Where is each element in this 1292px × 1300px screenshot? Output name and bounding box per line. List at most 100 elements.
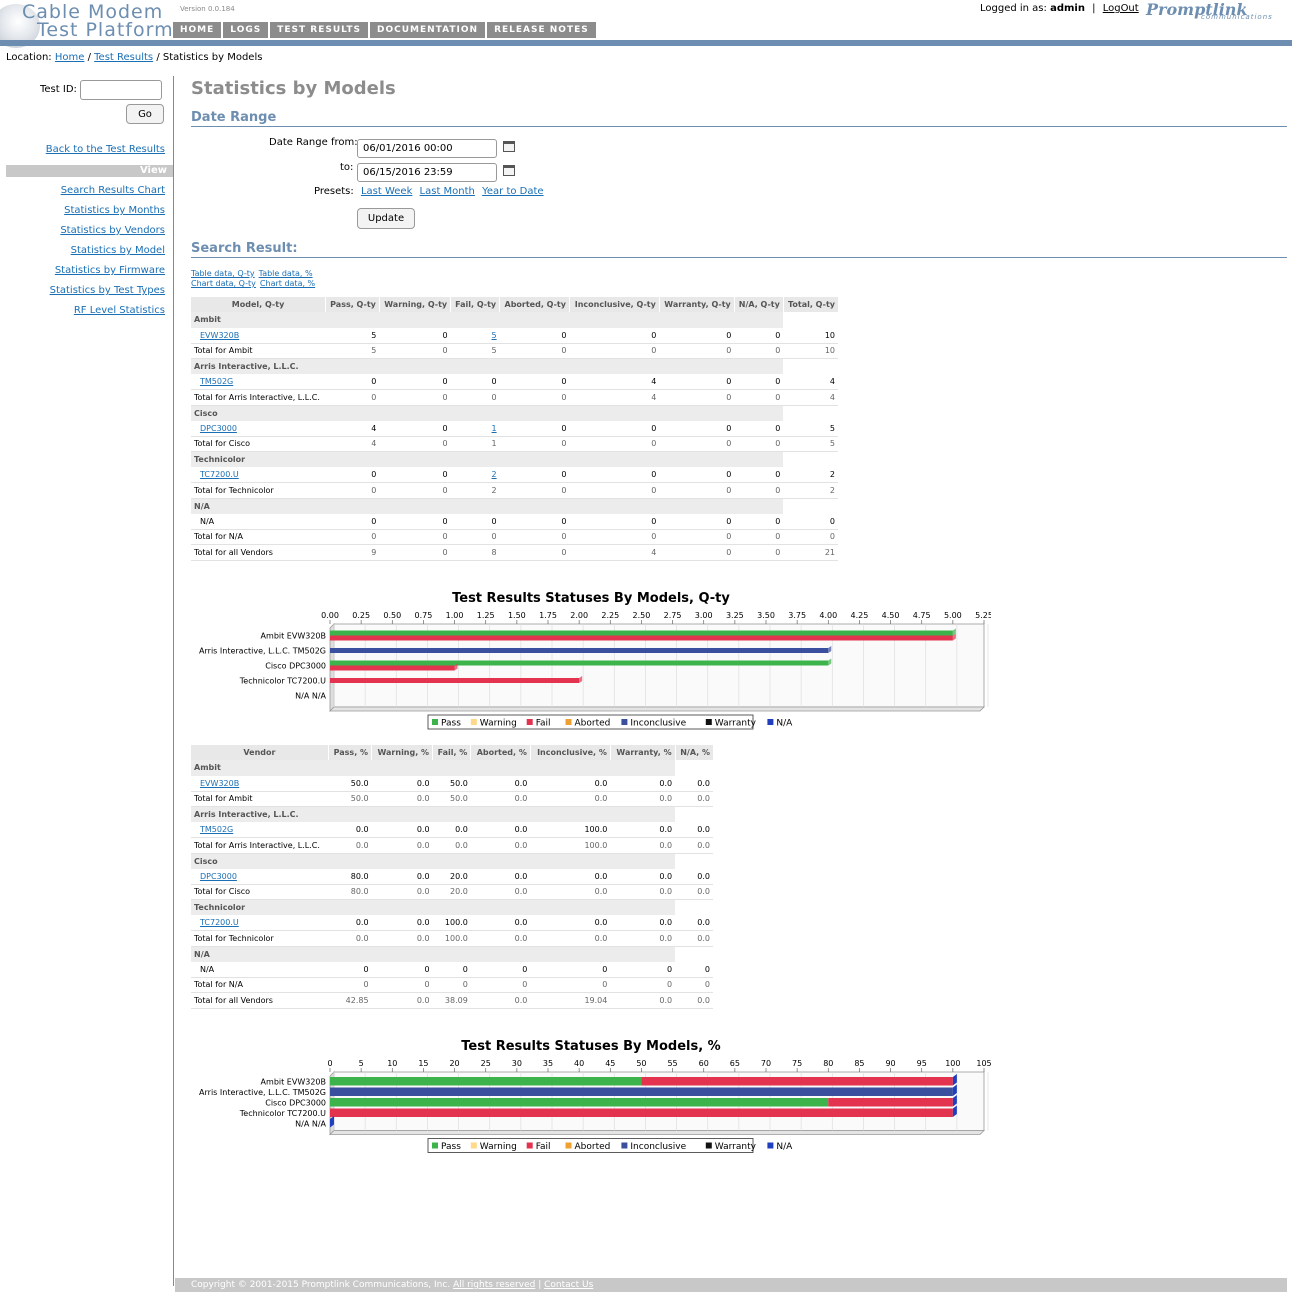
table-row: TM502G 0.0 0.0 0.0 0.0 100.0 0.0 0.0 [191, 822, 713, 838]
table-row: N/A 0 0 0 0 0 0 0 [191, 961, 713, 978]
value-cell: 4 [783, 374, 838, 390]
sidebar-item-statistics-by-test-types[interactable]: Statistics by Test Types [50, 285, 165, 296]
login-status: Logged in as: admin | LogOut [980, 3, 1139, 14]
model-cell-link[interactable]: TC7200.U [200, 470, 239, 479]
total-cell: 0.0 [530, 930, 611, 947]
value-cell[interactable]: 5 [450, 327, 500, 344]
chart-body: 0 5 10 15 20 25 30 35 40 45 50 55 60 65 70 75 80 85 90 95 10… [199, 1059, 991, 1136]
value-cell: 0 [659, 374, 735, 390]
grand-total-label: Total for all Vendors [191, 544, 326, 561]
model-cell[interactable]: EVW320B [191, 327, 326, 344]
value-cell: 0 [499, 420, 570, 437]
total-label: Total for Ambit [191, 343, 326, 359]
pct-chart: 0 5 10 15 20 25 30 35 40 45 50 55 60 65 70 75 80 85 90 95 10… [199, 1059, 991, 1153]
calendar-to-icon[interactable] [503, 165, 515, 176]
go-button[interactable]: Go [126, 104, 164, 124]
table-data-pct-link[interactable]: Table data, % [259, 269, 313, 278]
nav-logs[interactable]: LOGS [223, 22, 271, 38]
model-cell[interactable]: EVW320B [191, 775, 329, 792]
vendor-group-name: N/A [191, 498, 784, 514]
total-cell: 0 [432, 977, 471, 993]
model-cell[interactable]: TM502G [191, 374, 326, 390]
value-cell: 0.0 [371, 915, 433, 931]
breadcrumb-home[interactable]: Home [55, 52, 85, 63]
model-cell[interactable]: TC7200.U [191, 915, 329, 931]
value-cell: 0 [499, 513, 570, 530]
category-label: Ambit EVW320B [261, 632, 326, 641]
value-cell: 50.0 [328, 775, 372, 792]
total-label: Total for Technicolor [191, 482, 326, 499]
value-cell-link[interactable]: 2 [492, 470, 497, 479]
model-cell[interactable]: TC7200.U [191, 467, 326, 483]
footer-contact-link[interactable]: Contact Us [544, 1280, 593, 1290]
test-id-input[interactable] [80, 80, 162, 100]
nav-home[interactable]: HOME [173, 22, 224, 38]
nav-documentation[interactable]: DOCUMENTATION [370, 22, 488, 38]
chart-data-pct-link[interactable]: Chart data, % [260, 279, 315, 288]
model-cell-link[interactable]: TC7200.U [200, 918, 239, 927]
x-tick-label: 95 [917, 1059, 927, 1068]
value-cell: 0 [499, 467, 570, 483]
model-cell-link[interactable]: TM502G [200, 377, 233, 386]
total-row: Total for Arris Interactive, L.L.C. 0.0 0.… [191, 837, 713, 854]
sidebar-item-search-results-chart[interactable]: Search Results Chart [61, 185, 165, 196]
date-from-input[interactable] [357, 139, 497, 158]
sidebar-item-statistics-by-vendors[interactable]: Statistics by Vendors [60, 225, 165, 236]
preset-year-to-date[interactable]: Year to Date [482, 186, 543, 197]
back-to-results-link[interactable]: Back to the Test Results [46, 144, 165, 155]
logout-link[interactable]: LogOut [1103, 3, 1139, 14]
value-cell-link[interactable]: 5 [492, 331, 497, 340]
vendor-group-name: Ambit [191, 760, 676, 776]
x-tick-label: 1.00 [446, 611, 464, 620]
total-cell: 0.0 [675, 837, 713, 854]
sidebar-item-statistics-by-model[interactable]: Statistics by Model [71, 245, 165, 256]
model-cell[interactable]: DPC3000 [191, 420, 326, 437]
chart-data-qty-link[interactable]: Chart data, Q-ty [191, 279, 256, 288]
footer-rights-link[interactable]: All rights reserved [453, 1280, 535, 1290]
model-cell[interactable]: TM502G [191, 822, 329, 838]
total-row: Total for N/A 0 0 0 0 0 0 0 [191, 977, 713, 993]
vendor-group-row: Cisco [191, 405, 838, 421]
value-cell: 0 [325, 513, 380, 530]
value-cell: 0.0 [371, 868, 433, 885]
update-button[interactable]: Update [357, 208, 415, 229]
grand-total-cell: 0 [499, 544, 570, 561]
nav-release-notes[interactable]: RELEASE NOTES [487, 22, 598, 38]
table-data-qty-link[interactable]: Table data, Q-ty [191, 269, 255, 278]
table-row: TM502G 0 0 0 0 4 0 0 4 [191, 374, 838, 390]
value-cell-link[interactable]: 1 [492, 424, 497, 433]
x-tick-label: 4.75 [913, 611, 931, 620]
legend-swatch [705, 1142, 712, 1149]
value-cell[interactable]: 1 [450, 420, 500, 437]
nav-test-results[interactable]: TEST RESULTS [270, 22, 371, 38]
value-cell: 0.0 [675, 822, 713, 838]
total-cell: 0.0 [470, 791, 531, 807]
model-cell-link[interactable]: TM502G [200, 825, 233, 834]
value-cell: 0 [432, 961, 471, 978]
sidebar-item-statistics-by-firmware[interactable]: Statistics by Firmware [55, 265, 165, 276]
x-tick-label: 2.00 [570, 611, 588, 620]
value-cell: 100.0 [530, 822, 611, 838]
sidebar-item-rf-level-statistics[interactable]: RF Level Statistics [74, 305, 165, 316]
value-cell[interactable]: 2 [450, 467, 500, 483]
total-cell: 0 [734, 436, 784, 452]
legend-label: Pass [441, 1142, 461, 1152]
value-cell: 0.0 [328, 822, 372, 838]
header-divider [0, 40, 1292, 46]
calendar-from-icon[interactable] [503, 141, 515, 152]
total-cell: 0 [659, 529, 735, 545]
x-tick-label: 4.50 [882, 611, 900, 620]
breadcrumb-test-results[interactable]: Test Results [94, 52, 153, 63]
model-cell-link[interactable]: EVW320B [200, 331, 239, 340]
user-name: admin [1050, 3, 1085, 14]
date-to-input[interactable] [357, 163, 497, 182]
model-cell-link[interactable]: DPC3000 [200, 424, 237, 433]
model-cell-link[interactable]: EVW320B [200, 779, 239, 788]
preset-last-month[interactable]: Last Month [420, 186, 475, 197]
breadcrumb-sep: / [87, 52, 91, 63]
value-cell: 0 [499, 327, 570, 344]
preset-last-week[interactable]: Last Week [361, 186, 412, 197]
model-cell[interactable]: DPC3000 [191, 868, 329, 885]
sidebar-item-statistics-by-months[interactable]: Statistics by Months [64, 205, 165, 216]
model-cell-link[interactable]: DPC3000 [200, 872, 237, 881]
